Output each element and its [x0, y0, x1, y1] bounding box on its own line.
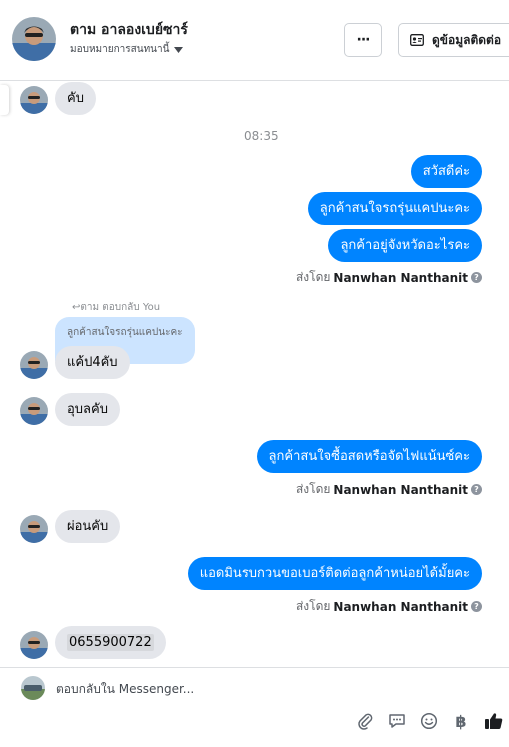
sender-avatar[interactable]: [20, 515, 48, 543]
reply-context-label: ↩ตาม ตอบกลับ You: [72, 302, 161, 313]
sent-by-label: ส่งโดย Nanwhan Nanthanit ?: [296, 268, 482, 287]
help-icon[interactable]: ?: [471, 272, 482, 283]
help-icon[interactable]: ?: [471, 484, 482, 495]
sent-by-label: ส่งโดย Nanwhan Nanthanit ?: [296, 480, 482, 499]
contact-card-icon: [410, 34, 424, 46]
sender-avatar[interactable]: [20, 631, 48, 659]
sent-by-prefix: ส่งโดย: [295, 599, 331, 613]
message-thread[interactable]: คับ 08:35 สวัสดีค่ะ ลูกค้าสนใจรถรุ่นแคปน…: [0, 81, 509, 667]
saved-reply-icon[interactable]: [386, 710, 408, 732]
caret-down-icon: [174, 46, 184, 53]
message-bubble[interactable]: แอดมินรบกวนขอเบอร์ติดต่อลูกค้าหน่อยได้มั…: [187, 557, 482, 590]
message-bubble[interactable]: ลูกค้าสนใจซื้อสดหรือจัดไฟแน้นซ์คะ: [256, 440, 482, 473]
sent-by-prefix: ส่งโดย: [295, 270, 331, 284]
message-bubble[interactable]: อุบลคับ: [55, 393, 120, 426]
page-avatar: [21, 676, 45, 700]
help-icon[interactable]: ?: [471, 601, 482, 612]
view-contact-button[interactable]: ดูข้อมูลติดต่อ: [398, 23, 509, 57]
sent-by-name: Nanwhan Nanthanit: [333, 482, 468, 497]
phone-number-text[interactable]: 0655900722: [67, 634, 154, 651]
assign-conversation-dropdown[interactable]: มอบหมายการสนทนานี้: [70, 42, 184, 57]
message-bubble[interactable]: ลูกค้าอยู่จังหวัดอะไรคะ: [328, 229, 482, 262]
message-bubble[interactable]: ผ่อนคับ: [55, 510, 121, 543]
view-contact-label: ดูข้อมูลติดต่อ: [432, 32, 502, 47]
sender-avatar[interactable]: [20, 397, 48, 425]
message-bubble[interactable]: 0655900722: [55, 626, 166, 659]
message-bubble[interactable]: คับ: [55, 82, 96, 115]
attachment-icon[interactable]: [354, 710, 376, 732]
contact-name[interactable]: ตาม อาลองเบย์ซาร์: [70, 19, 188, 41]
more-options-button[interactable]: ···: [344, 23, 382, 57]
message-timestamp: 08:35: [244, 129, 279, 143]
sent-by-name: Nanwhan Nanthanit: [333, 270, 468, 285]
reply-input[interactable]: [56, 678, 476, 700]
message-bubble[interactable]: แค้ป4คับ: [55, 346, 130, 379]
sent-by-name: Nanwhan Nanthanit: [333, 599, 468, 614]
contact-avatar[interactable]: [12, 17, 56, 61]
conversation-header: ตาม อาลองเบย์ซาร์ มอบหมายการสนทนานี้ ···…: [0, 0, 509, 81]
sender-avatar[interactable]: [20, 86, 48, 114]
emoji-icon[interactable]: [418, 710, 440, 732]
assign-label: มอบหมายการสนทนานี้: [70, 44, 170, 55]
sent-by-prefix: ส่งโดย: [295, 482, 331, 496]
reply-composer: ฿: [0, 667, 509, 747]
more-label: ···: [356, 32, 371, 48]
sent-by-label: ส่งโดย Nanwhan Nanthanit ?: [296, 597, 482, 616]
sender-avatar[interactable]: [20, 351, 48, 379]
payment-baht-icon[interactable]: ฿: [450, 710, 472, 732]
like-icon[interactable]: [483, 710, 505, 732]
side-panel-toggle[interactable]: [0, 85, 9, 115]
message-bubble[interactable]: ลูกค้าสนใจรถรุ่นแคปนะคะ: [307, 192, 482, 225]
message-bubble[interactable]: สวัสดีค่ะ: [410, 155, 482, 188]
